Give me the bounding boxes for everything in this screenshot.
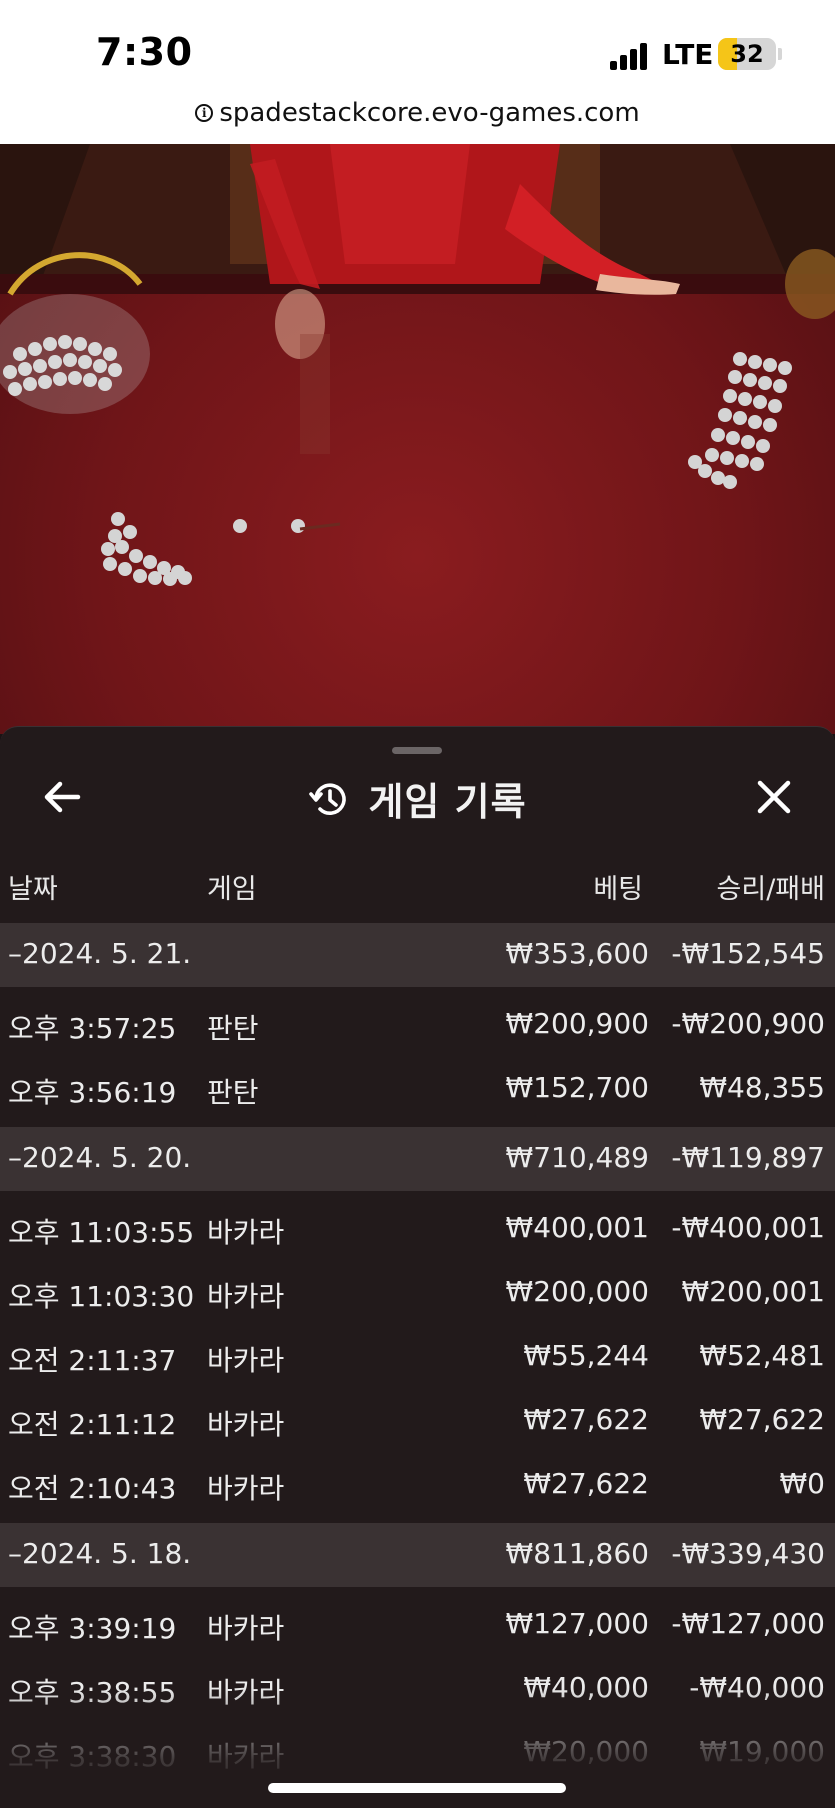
row-result: ₩200,001 (681, 1275, 825, 1308)
row-bet: ₩200,900 (505, 1007, 649, 1040)
network-type: LTE (662, 38, 714, 71)
date-group-row[interactable]: –2024. 5. 20. ₩710,489 -₩119,897 (0, 1127, 835, 1191)
row-result: ₩0 (779, 1467, 826, 1500)
row-result: -₩200,900 (671, 1007, 825, 1040)
history-clock-icon (309, 782, 347, 815)
battery-icon: 32 (718, 38, 776, 70)
row-time: 오후 3:56:19 (8, 1076, 177, 1109)
row-result: -₩152,545 (671, 937, 825, 970)
battery-level: 32 (730, 40, 764, 68)
row-result: -₩400,001 (671, 1211, 825, 1244)
row-game: 바카라 (207, 1408, 285, 1441)
row-bet: ₩710,489 (505, 1141, 649, 1174)
row-result: -₩119,897 (671, 1141, 825, 1174)
row-time: 오후 11:03:30 (8, 1280, 195, 1313)
row-game: 바카라 (207, 1740, 285, 1773)
row-game: 바카라 (207, 1612, 285, 1645)
history-row[interactable]: 오후 3:39:19 바카라 ₩127,000 -₩127,000 (0, 1593, 835, 1657)
history-row[interactable]: 오전 2:10:43 바카라 ₩27,622 ₩0 (0, 1453, 835, 1517)
history-row[interactable]: 오후 11:03:55 바카라 ₩400,001 -₩400,001 (0, 1197, 835, 1261)
url-display[interactable]: i spadestackcore.evo-games.com (195, 98, 640, 128)
column-bet: 베팅 (593, 874, 643, 905)
url-bar[interactable]: i spadestackcore.evo-games.com (0, 92, 835, 144)
game-history-panel: 게임 기록 날짜 게임 베팅 승리/패배 –2024. 5. 21. ₩353,6… (0, 726, 835, 1808)
row-game: 바카라 (207, 1472, 285, 1505)
row-bet: ₩152,700 (505, 1071, 649, 1104)
row-bet: ₩353,600 (505, 937, 649, 970)
history-list: –2024. 5. 21. ₩353,600 -₩152,545 오후 3:57:25… (0, 923, 835, 1785)
row-result: -₩127,000 (671, 1607, 825, 1640)
row-result: ₩19,000 (699, 1735, 825, 1768)
row-result: -₩339,430 (671, 1537, 825, 1570)
row-time: 오전 2:10:43 (8, 1472, 177, 1505)
row-bet: ₩127,000 (505, 1607, 649, 1640)
row-result: ₩52,481 (699, 1339, 825, 1372)
close-icon (757, 780, 791, 814)
history-row[interactable]: 오후 3:38:55 바카라 ₩40,000 -₩40,000 (0, 1657, 835, 1721)
url-text: spadestackcore.evo-games.com (219, 98, 640, 128)
history-row[interactable]: 오전 2:11:37 바카라 ₩55,244 ₩52,481 (0, 1325, 835, 1389)
home-indicator[interactable] (268, 1783, 566, 1793)
status-time: 7:30 (96, 30, 193, 74)
row-bet: ₩400,001 (505, 1211, 649, 1244)
date-group-row[interactable]: –2024. 5. 18. ₩811,860 -₩339,430 (0, 1523, 835, 1587)
row-game: 바카라 (207, 1280, 285, 1313)
history-row[interactable]: 오후 11:03:30 바카라 ₩200,000 ₩200,001 (0, 1261, 835, 1325)
panel-header: 게임 기록 (0, 771, 835, 826)
table-header: 날짜 게임 베팅 승리/패배 (0, 867, 835, 907)
date-group-row[interactable]: –2024. 5. 21. ₩353,600 -₩152,545 (0, 923, 835, 987)
history-row[interactable]: 오후 3:57:25 판탄 ₩200,900 -₩200,900 (0, 993, 835, 1057)
row-bet: ₩20,000 (523, 1735, 649, 1768)
live-video-feed[interactable] (0, 144, 835, 734)
row-game: 바카라 (207, 1344, 285, 1377)
history-row[interactable]: 오전 2:11:12 바카라 ₩27,622 ₩27,622 (0, 1389, 835, 1453)
column-date: 날짜 (8, 874, 58, 905)
row-result: ₩48,355 (699, 1071, 825, 1104)
close-button[interactable] (752, 775, 796, 819)
column-game: 게임 (207, 874, 257, 905)
row-result: -₩40,000 (689, 1671, 825, 1704)
row-bet: ₩200,000 (505, 1275, 649, 1308)
row-game: 판탄 (207, 1012, 259, 1045)
row-time: 오후 3:39:19 (8, 1612, 177, 1645)
battery-cap (778, 48, 782, 60)
drag-handle[interactable] (392, 747, 442, 754)
row-bet: ₩27,622 (523, 1467, 649, 1500)
row-game: 바카라 (207, 1216, 285, 1249)
row-game: 판탄 (207, 1076, 259, 1109)
row-bet: ₩811,860 (505, 1537, 649, 1570)
cellular-signal-icon (610, 42, 650, 70)
row-time: 오전 2:11:12 (8, 1408, 177, 1441)
row-time: –2024. 5. 20. (8, 1141, 192, 1174)
column-result: 승리/패배 (716, 874, 825, 905)
panel-title: 게임 기록 (368, 780, 527, 824)
row-result: ₩27,622 (699, 1403, 825, 1436)
row-time: 오후 3:38:55 (8, 1676, 177, 1709)
row-time: 오후 3:38:30 (8, 1740, 177, 1773)
row-time: 오후 11:03:55 (8, 1216, 195, 1249)
row-bet: ₩55,244 (523, 1339, 649, 1372)
status-bar: 7:30 LTE 32 (0, 0, 835, 92)
row-bet: ₩27,622 (523, 1403, 649, 1436)
history-row[interactable]: 오후 3:38:30 바카라 ₩20,000 ₩19,000 (0, 1721, 835, 1785)
video-scene (0, 144, 835, 586)
row-game: 바카라 (207, 1676, 285, 1709)
info-icon[interactable]: i (195, 104, 214, 122)
row-time: –2024. 5. 21. (8, 937, 192, 970)
row-bet: ₩40,000 (523, 1671, 649, 1704)
history-row[interactable]: 오후 3:56:19 판탄 ₩152,700 ₩48,355 (0, 1057, 835, 1121)
row-time: 오전 2:11:37 (8, 1344, 177, 1377)
row-time: –2024. 5. 18. (8, 1537, 192, 1570)
row-time: 오후 3:57:25 (8, 1012, 177, 1045)
